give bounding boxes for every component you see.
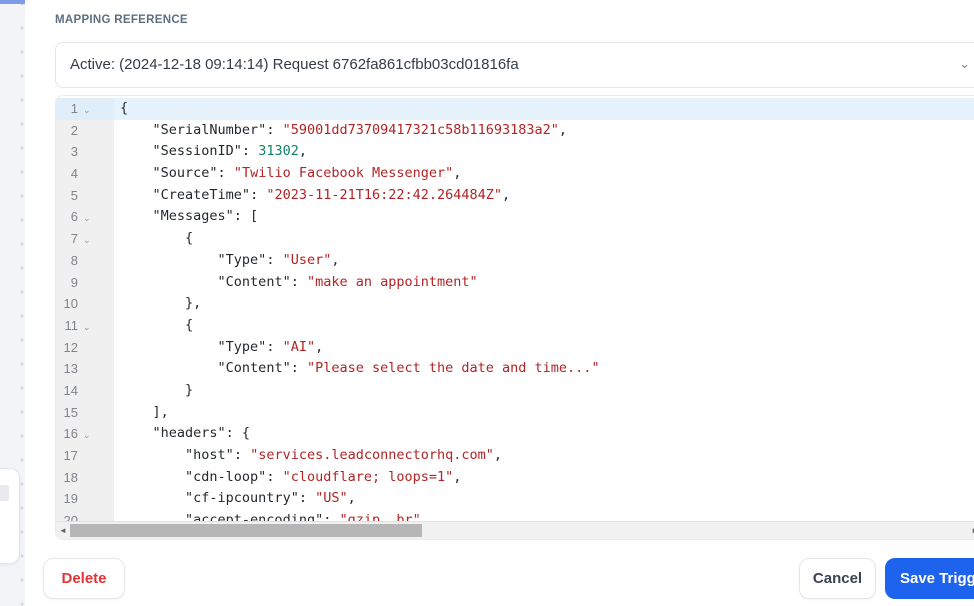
line-number: 3	[70, 144, 78, 160]
code-line[interactable]: 14 }	[56, 379, 974, 402]
line-number: 18	[63, 469, 78, 485]
trigger-settings-panel: MAPPING REFERENCE Active: (2024-12-18 09…	[25, 0, 974, 606]
gutter-cell: 2	[56, 119, 114, 142]
chevron-down-icon: ⌄	[959, 56, 970, 71]
code-text: "SessionID": 31302,	[152, 143, 307, 160]
line-number: 12	[63, 339, 78, 355]
line-number: 15	[63, 404, 78, 420]
gutter-cell: 11 ⌄	[56, 314, 114, 339]
line-number: 5	[70, 187, 78, 203]
scroll-left-arrow-icon[interactable]: ◄	[59, 526, 67, 535]
gutter-cell: 15	[56, 401, 114, 424]
gutter-cell: 13	[56, 358, 114, 380]
code-text: {	[120, 316, 194, 333]
json-code-editor[interactable]: 1 ⌄{2 "SerialNumber": "59001dd73709417321…	[55, 95, 974, 540]
code-line[interactable]: 9 "Content": "make an appointment"	[56, 271, 974, 294]
line-number: 14	[63, 382, 78, 398]
line-number: 4	[70, 166, 78, 182]
fold-arrow-icon[interactable]: ⌄	[83, 100, 91, 122]
gutter-cell: 8	[56, 249, 114, 272]
fold-arrow-icon[interactable]: ⌄	[83, 230, 91, 252]
mapping-reference-select[interactable]: Active: (2024-12-18 09:14:14) Request 67…	[55, 42, 974, 88]
fold-arrow-icon[interactable]: ⌄	[83, 208, 91, 230]
line-number: 19	[63, 491, 78, 507]
mapping-reference-value: Active: (2024-12-18 09:14:14) Request 67…	[70, 56, 519, 73]
code-line[interactable]: 4 "Source": "Twilio Facebook Messenger",	[56, 163, 974, 185]
code-line[interactable]: 8 "Type": "User",	[56, 249, 974, 272]
gutter-cell: 19	[56, 488, 114, 511]
code-line[interactable]: 16 ⌄ "headers": {	[56, 423, 974, 445]
save-trigger-button[interactable]: Save Trigger	[885, 558, 974, 599]
code-text: },	[120, 295, 202, 312]
code-text: {	[120, 100, 129, 116]
horizontal-scrollbar[interactable]: ◄ ►	[56, 521, 974, 539]
code-text: "cf-ipcountry": "US",	[185, 490, 356, 507]
code-text: "CreateTime": "2023-11-21T16:22:42.26448…	[152, 186, 511, 203]
fold-arrow-icon[interactable]: ⌄	[83, 425, 91, 447]
code-text: "cdn-loop": "cloudflare; loops=1",	[185, 468, 462, 485]
code-line[interactable]: 5 "CreateTime": "2023-11-21T16:22:42.264…	[56, 184, 974, 207]
node-chip	[0, 485, 9, 501]
code-text: "Messages": [	[152, 208, 259, 225]
gutter-cell: 14	[56, 379, 114, 402]
gutter-cell: 12	[56, 336, 114, 359]
cancel-button[interactable]: Cancel	[799, 558, 876, 599]
code-line[interactable]: 19 "cf-ipcountry": "US",	[56, 488, 974, 511]
code-line[interactable]: 15 ],	[56, 401, 974, 424]
gutter-cell: 5	[56, 184, 114, 207]
fold-arrow-icon[interactable]: ⌄	[83, 317, 91, 339]
code-text: ],	[120, 403, 169, 420]
code-text: "Type": "AI",	[217, 338, 324, 355]
gutter-cell: 10	[56, 293, 114, 315]
code-line[interactable]: 13 "Content": "Please select the date an…	[56, 358, 974, 380]
code-line[interactable]: 2 "SerialNumber": "59001dd73709417321c58…	[56, 119, 974, 142]
gutter-cell: 6 ⌄	[56, 206, 114, 230]
gutter-cell: 17	[56, 445, 114, 467]
code-text: {	[120, 230, 194, 247]
code-line[interactable]: 17 "host": "services.leadconnectorhq.com…	[56, 445, 974, 467]
code-line[interactable]: 7 ⌄ {	[56, 228, 974, 250]
code-text: "Content": "make an appointment"	[217, 273, 478, 290]
line-number: 8	[70, 252, 78, 268]
gutter-cell: 9	[56, 271, 114, 294]
line-number: 10	[63, 296, 78, 312]
line-number: 9	[70, 274, 78, 290]
gutter-cell: 3	[56, 141, 114, 164]
line-number: 2	[70, 122, 78, 138]
scrollbar-thumb[interactable]	[70, 524, 422, 537]
code-text: }	[120, 381, 194, 398]
line-number: 1	[70, 101, 78, 116]
code-lines: 1 ⌄{2 "SerialNumber": "59001dd73709417321…	[56, 98, 974, 523]
code-line[interactable]: 12 "Type": "AI",	[56, 336, 974, 359]
line-number: 6	[70, 209, 78, 225]
gutter-cell: 16 ⌄	[56, 423, 114, 445]
code-line[interactable]: 1 ⌄{	[56, 98, 974, 120]
line-number: 16	[63, 426, 78, 442]
line-number: 7	[70, 231, 78, 247]
mapping-reference-label: MAPPING REFERENCE	[55, 14, 188, 26]
gutter-cell: 18	[56, 466, 114, 489]
gutter-cell: 4	[56, 163, 114, 185]
delete-button[interactable]: Delete	[43, 558, 125, 599]
code-text: "SerialNumber": "59001dd73709417321c58b1…	[152, 121, 568, 138]
workflow-node-card	[0, 468, 20, 564]
gutter-cell: 1 ⌄	[56, 98, 114, 120]
code-text: "host": "services.leadconnectorhq.com",	[185, 447, 503, 463]
code-line[interactable]: 18 "cdn-loop": "cloudflare; loops=1",	[56, 466, 974, 489]
line-number: 13	[63, 361, 78, 377]
code-line[interactable]: 3 "SessionID": 31302,	[56, 141, 974, 164]
code-text: "headers": {	[152, 425, 251, 442]
code-line[interactable]: 6 ⌄ "Messages": [	[56, 206, 974, 230]
gutter-cell: 7 ⌄	[56, 228, 114, 250]
code-text: "Source": "Twilio Facebook Messenger",	[152, 165, 462, 182]
accent-bar	[0, 0, 28, 4]
code-text: "Type": "User",	[217, 251, 340, 268]
code-line[interactable]: 11 ⌄ {	[56, 314, 974, 339]
code-text: "Content": "Please select the date and t…	[217, 360, 600, 377]
line-number: 17	[63, 448, 78, 463]
line-number: 11	[64, 317, 79, 333]
code-line[interactable]: 10 },	[56, 293, 974, 315]
